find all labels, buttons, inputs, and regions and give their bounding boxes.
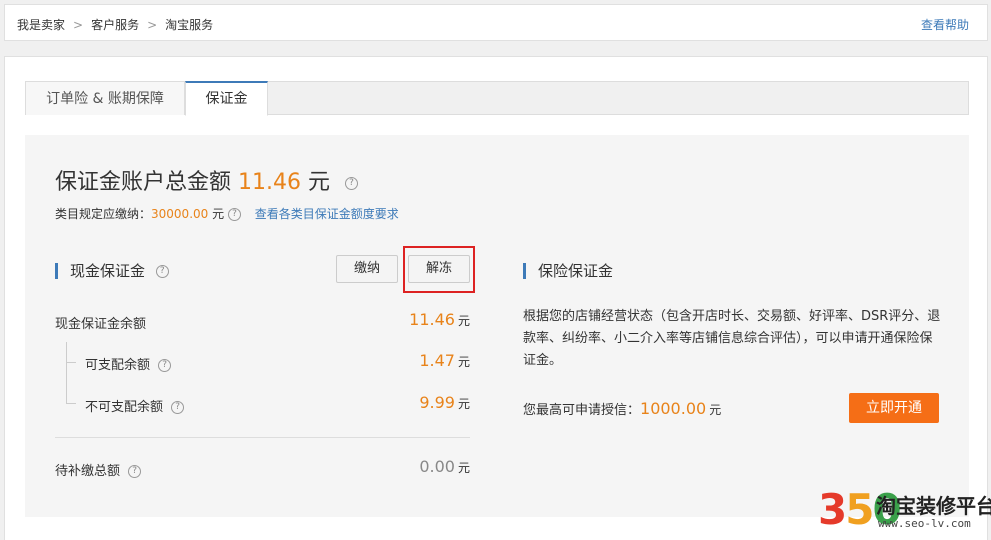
pending-payment-row: 待补缴总额 ? (55, 460, 142, 479)
breadcrumb-item-seller[interactable]: 我是卖家 (17, 18, 65, 32)
cash-deposit-heading-text: 现金保证金 (70, 262, 146, 280)
divider (55, 437, 470, 438)
pending-payment-label: 待补缴总额 (55, 464, 121, 479)
open-now-button[interactable]: 立即开通 (849, 393, 939, 423)
release-highlight-box (403, 246, 475, 293)
breadcrumb-item-customer-service[interactable]: 客户服务 (91, 18, 139, 32)
pay-button[interactable]: 缴纳 (336, 255, 398, 283)
account-total-title: 保证金账户总金额 11.46 元 ? (55, 164, 359, 196)
required-deposit-line: 类目规定应缴纳：30000.00 元 ? 查看各类目保证金额度要求 (55, 205, 399, 222)
pending-payment-value: 0.00 元 (419, 457, 470, 476)
required-amount: 30000.00 (151, 207, 209, 221)
credit-value: 1000.00 (640, 399, 707, 418)
top-bar: 我是卖家 > 客户服务 > 淘宝服务 查看帮助 (4, 4, 988, 41)
unavailable-balance-value: 9.99 元 (419, 393, 470, 412)
available-balance-label: 可支配余额 (85, 358, 151, 373)
unavailable-balance-label: 不可支配余额 (85, 400, 164, 415)
required-label: 类目规定应缴纳： (55, 207, 152, 221)
tree-connector (66, 403, 76, 404)
unavailable-balance-row: 不可支配余额 ? (85, 396, 185, 415)
tree-connector (66, 362, 76, 363)
help-question-icon[interactable]: ? (227, 208, 241, 221)
account-total-unit: 元 (308, 170, 331, 195)
cash-balance-value: 11.46 元 (409, 310, 470, 329)
available-balance-value: 1.47 元 (419, 351, 470, 370)
watermark-text: 淘宝装修平台 (876, 494, 991, 518)
help-link[interactable]: 查看帮助 (921, 16, 969, 33)
watermark-url: www.seo-lv.com (878, 517, 971, 530)
cash-balance-label: 现金保证金余额 (55, 317, 147, 332)
category-requirement-link[interactable]: 查看各类目保证金额度要求 (255, 207, 399, 221)
account-total-label: 保证金账户总金额 (55, 170, 232, 195)
help-question-icon[interactable]: ? (345, 176, 359, 190)
insurance-description: 根据您的店铺经营状态（包含开店时长、交易额、好评率、DSR评分、退款率、纠纷率、… (523, 309, 941, 368)
deposit-panel: 保证金账户总金额 11.46 元 ? 类目规定应缴纳：30000.00 元 ? … (25, 135, 969, 517)
tree-connector (66, 342, 67, 404)
tab-order-insurance[interactable]: 订单险 & 账期保障 (25, 81, 185, 115)
credit-label: 您最高可申请授信： (523, 403, 641, 418)
tab-deposit[interactable]: 保证金 (185, 81, 268, 116)
required-unit: 元 (212, 207, 225, 221)
tab-bar: 订单险 & 账期保障 保证金 (25, 81, 969, 116)
insurance-deposit-heading: 保险保证金 (523, 263, 613, 279)
watermark-logo: 350 淘宝装修平台 www.seo-lv.com (818, 484, 991, 536)
account-total-amount: 11.46 (238, 170, 301, 195)
cash-deposit-heading: 现金保证金 ? (55, 263, 169, 279)
help-question-icon[interactable]: ? (155, 265, 169, 278)
insurance-credit-line: 您最高可申请授信：1000.00 元 (523, 399, 721, 418)
main-card: 订单险 & 账期保障 保证金 保证金账户总金额 11.46 元 ? 类目规定应缴… (4, 56, 988, 540)
help-question-icon[interactable]: ? (128, 465, 142, 478)
breadcrumb-separator: > (147, 18, 158, 32)
breadcrumb: 我是卖家 > 客户服务 > 淘宝服务 (17, 16, 213, 33)
credit-unit: 元 (709, 403, 722, 417)
breadcrumb-item-taobao-service: 淘宝服务 (165, 18, 214, 32)
help-question-icon[interactable]: ? (158, 359, 172, 372)
help-question-icon[interactable]: ? (171, 401, 185, 414)
available-balance-row: 可支配余额 ? (85, 354, 172, 373)
breadcrumb-separator: > (73, 18, 84, 32)
